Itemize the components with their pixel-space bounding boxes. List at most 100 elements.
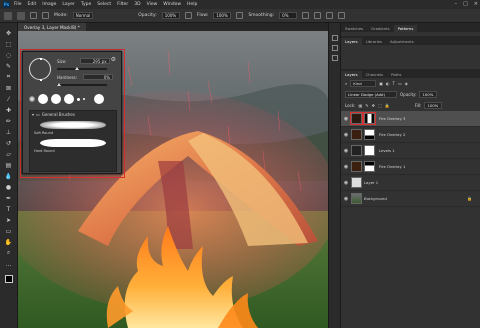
- tab-layers[interactable]: Layers: [341, 71, 362, 78]
- layer-row-layer-1[interactable]: ◉ Layer 1: [341, 175, 480, 191]
- opacity-field[interactable]: 100%: [161, 12, 180, 19]
- zoom-tool-icon[interactable]: ⌕: [4, 249, 13, 257]
- symmetry-icon[interactable]: [338, 12, 346, 19]
- hardness-field[interactable]: 0%: [83, 74, 114, 80]
- tab-layers-top[interactable]: Layers: [341, 38, 362, 45]
- hand-tool-icon[interactable]: ✋: [4, 238, 13, 246]
- brush-tip-1[interactable]: [38, 94, 48, 104]
- brush-angle-preview[interactable]: [29, 58, 51, 81]
- path-select-tool-icon[interactable]: ➤: [4, 216, 13, 224]
- pressure-opacity-icon[interactable]: [184, 12, 192, 19]
- filter-smart-icon[interactable]: ◈: [405, 81, 408, 86]
- layer-row-fire-overlay-3[interactable]: ◉ Fire Overlay 3: [341, 111, 480, 127]
- size-field[interactable]: 295 px: [79, 58, 110, 64]
- menu-filter[interactable]: Filter: [117, 2, 128, 7]
- menu-view[interactable]: View: [147, 2, 158, 7]
- healing-tool-icon[interactable]: ✚: [4, 106, 13, 114]
- frame-tool-icon[interactable]: ⊠: [4, 84, 13, 92]
- pressure-size-icon[interactable]: [326, 12, 334, 19]
- layer-row-fire-overlay-2[interactable]: ◉ Fire Overlay 2: [341, 127, 480, 143]
- eraser-tool-icon[interactable]: ▱: [4, 150, 13, 158]
- home-icon[interactable]: [4, 11, 12, 20]
- visibility-eye-icon[interactable]: ◉: [341, 148, 351, 154]
- history-panel-icon[interactable]: [331, 35, 338, 41]
- menu-select[interactable]: Select: [97, 2, 111, 7]
- quick-select-tool-icon[interactable]: ✎: [4, 62, 13, 70]
- brush-preset-picker-icon[interactable]: [30, 12, 37, 19]
- blur-tool-icon[interactable]: 💧: [4, 172, 13, 180]
- flow-field[interactable]: 100%: [213, 12, 232, 19]
- layer-mask-thumbnail[interactable]: [364, 145, 375, 156]
- tab-gradients[interactable]: Gradients: [367, 25, 394, 32]
- brush-tip-3[interactable]: [64, 94, 74, 104]
- crop-tool-icon[interactable]: ⌗: [4, 73, 13, 81]
- dodge-tool-icon[interactable]: ●: [4, 183, 13, 191]
- gradient-tool-icon[interactable]: ▤: [4, 161, 13, 169]
- layer-name[interactable]: Layer 1: [364, 180, 480, 185]
- type-tool-icon[interactable]: T: [4, 205, 13, 213]
- menu-3d[interactable]: 3D: [134, 2, 140, 7]
- brush-tip-soft[interactable]: [29, 96, 35, 102]
- layer-mask-thumbnail[interactable]: [364, 129, 375, 140]
- tab-paths[interactable]: Paths: [387, 71, 405, 78]
- properties-panel-icon[interactable]: [331, 45, 338, 51]
- filter-pixel-icon[interactable]: ▣: [379, 81, 383, 86]
- more-tools-icon[interactable]: …: [4, 260, 13, 268]
- filter-kind-select[interactable]: Kind: [350, 80, 377, 87]
- mode-select[interactable]: Normal: [72, 12, 94, 19]
- brush-tool-icon[interactable]: [17, 11, 25, 20]
- brush-item-hard-round[interactable]: Hard Round: [30, 136, 116, 154]
- size-slider[interactable]: [57, 67, 107, 70]
- brush-settings-panel-icon[interactable]: [331, 55, 338, 61]
- menu-window[interactable]: Window: [163, 2, 181, 7]
- stamp-tool-icon[interactable]: ⊥: [4, 128, 13, 136]
- lasso-tool-icon[interactable]: ◌: [4, 51, 13, 59]
- visibility-eye-icon[interactable]: ◉: [341, 132, 351, 138]
- layer-row-levels-1[interactable]: ◉ Levels 1: [341, 143, 480, 159]
- tab-swatches[interactable]: Swatches: [341, 25, 367, 32]
- menu-type[interactable]: Type: [81, 2, 91, 7]
- layer-row-background[interactable]: ◉ Background 🔒: [341, 191, 480, 207]
- tab-libraries[interactable]: Libraries: [362, 38, 386, 45]
- layer-opacity-field[interactable]: 100%: [419, 91, 438, 98]
- angle-icon[interactable]: [314, 12, 322, 19]
- brush-tip-6[interactable]: [94, 94, 104, 104]
- visibility-eye-icon[interactable]: ◉: [341, 164, 351, 170]
- gear-icon[interactable]: ⚙: [111, 56, 116, 63]
- layer-name[interactable]: Fire Overlay 2: [379, 132, 480, 137]
- filter-type-icon[interactable]: T: [393, 81, 395, 86]
- smoothing-options-icon[interactable]: [302, 12, 310, 19]
- layer-mask-thumbnail[interactable]: [363, 112, 376, 125]
- history-brush-icon[interactable]: ↺: [4, 139, 13, 147]
- move-tool-icon[interactable]: ✥: [4, 29, 13, 37]
- lock-pixels-icon[interactable]: ▦: [358, 103, 362, 108]
- smoothing-field[interactable]: 0%: [279, 12, 298, 19]
- filter-adjust-icon[interactable]: ◐: [386, 81, 390, 86]
- menu-edit[interactable]: Edit: [28, 2, 37, 7]
- visibility-eye-icon[interactable]: ◉: [341, 116, 351, 122]
- document-tab-active[interactable]: Overlay 3, Layer Mask/8) *: [18, 23, 86, 31]
- pen-tool-icon[interactable]: ✒: [4, 194, 13, 202]
- maximize-icon[interactable]: □: [463, 1, 468, 7]
- airbrush-icon[interactable]: [236, 12, 244, 19]
- lock-all-icon[interactable]: 🔒: [385, 103, 390, 108]
- eyedropper-tool-icon[interactable]: ⁄: [4, 95, 13, 103]
- canvas-area[interactable]: Size: 295 px Hardness: 0% ⚙ ▾ ▭ General …: [18, 31, 328, 328]
- hardness-slider[interactable]: [57, 83, 107, 86]
- tab-channels[interactable]: Channels: [362, 71, 388, 78]
- lock-position-icon[interactable]: ✥: [372, 103, 375, 108]
- layer-mask-thumbnail[interactable]: [364, 161, 375, 172]
- brush-tool-icon-side[interactable]: ✏: [4, 117, 13, 125]
- tab-adjustments[interactable]: Adjustments: [386, 38, 418, 45]
- layer-name[interactable]: Fire Overlay 1: [379, 164, 480, 169]
- foreground-color-swatch[interactable]: [4, 275, 13, 283]
- layer-name[interactable]: Background: [364, 196, 467, 201]
- filter-shape-icon[interactable]: ▭: [398, 81, 402, 86]
- lock-artboard-icon[interactable]: ⬚: [378, 103, 382, 108]
- brush-tip-2[interactable]: [51, 94, 61, 104]
- shape-tool-icon[interactable]: ▭: [4, 227, 13, 235]
- brush-settings-icon[interactable]: [42, 12, 49, 19]
- menu-help[interactable]: Help: [187, 2, 197, 7]
- brush-folder[interactable]: ▾ ▭ General Brushes: [30, 111, 116, 118]
- brush-tip-4[interactable]: [77, 97, 80, 101]
